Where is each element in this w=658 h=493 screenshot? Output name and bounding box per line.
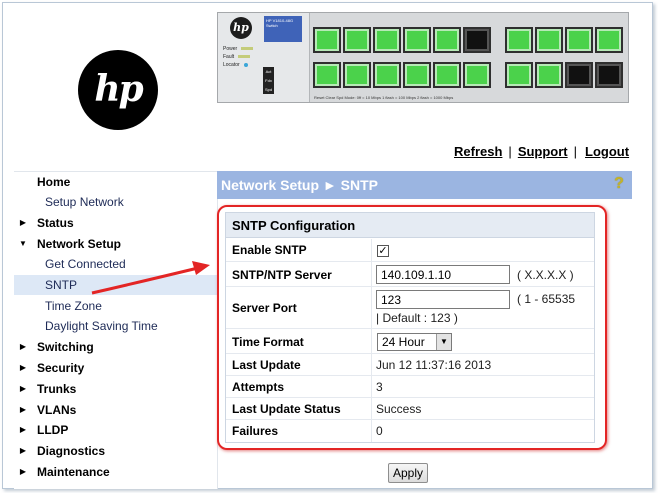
annotation-arrow-icon <box>91 261 210 295</box>
support-link[interactable]: Support <box>518 144 568 159</box>
refresh-link[interactable]: Refresh <box>454 144 502 159</box>
sidebar-item-network-setup[interactable]: ▼ Network Setup <box>14 234 217 254</box>
port <box>313 62 341 88</box>
apply-button[interactable]: Apply <box>388 463 428 483</box>
port-inactive <box>595 62 623 88</box>
port <box>505 27 533 53</box>
triangle-right-icon: ▶ <box>19 405 27 414</box>
port <box>463 62 491 88</box>
port-inactive <box>463 27 491 53</box>
link-separator: | <box>508 144 512 159</box>
logout-link[interactable]: Logout <box>585 144 629 159</box>
sidebar-item-time-zone[interactable]: Time Zone <box>14 296 217 316</box>
port <box>433 27 461 53</box>
fdx-button: Fdx <box>263 76 274 85</box>
triangle-right-icon: ▶ <box>19 363 27 372</box>
port <box>373 62 401 88</box>
sidebar-item-trunks[interactable]: ▶ Trunks <box>14 379 217 399</box>
port <box>535 62 563 88</box>
triangle-right-icon: ▶ <box>19 218 27 227</box>
triangle-right-icon: ▶ <box>19 446 27 455</box>
port-inactive <box>565 62 593 88</box>
annotation-highlight-box <box>217 205 607 450</box>
port <box>343 27 371 53</box>
triangle-right-icon: ▶ <box>19 342 27 351</box>
port <box>373 27 401 53</box>
triangle-right-icon: ▶ <box>19 467 27 476</box>
sidebar-item-security[interactable]: ▶ Security <box>14 358 217 378</box>
breadcrumb: Network Setup ► SNTP <box>221 177 378 193</box>
port-group-1 <box>313 27 491 88</box>
sidebar-item-status[interactable]: ▶ Status <box>14 213 217 233</box>
hp-logo-text: hp <box>94 68 143 110</box>
triangle-right-icon: ▶ <box>19 384 27 393</box>
switch-mode-buttons: Act Fdx Spd <box>263 67 276 94</box>
port <box>535 27 563 53</box>
switch-hp-logo: hp <box>230 17 252 39</box>
port <box>505 62 533 88</box>
sidebar-item-switching[interactable]: ▶ Switching <box>14 337 217 357</box>
sidebar-item-home[interactable]: Home <box>14 172 217 192</box>
port-group-2 <box>505 27 623 88</box>
spd-button: Spd <box>263 85 274 94</box>
triangle-right-icon: ▶ <box>19 425 27 434</box>
port <box>403 27 431 53</box>
sidebar-nav: Home Setup Network ▶ Status ▼ Network Se… <box>14 171 218 489</box>
switch-model-label: HP V1810-48G Switch <box>264 16 302 42</box>
link-separator: | <box>573 144 578 159</box>
port <box>595 27 623 53</box>
sidebar-item-lldp[interactable]: ▶ LLDP <box>14 420 217 440</box>
port <box>403 62 431 88</box>
port <box>565 27 593 53</box>
led-locator: Locator <box>223 61 253 69</box>
led-fault: Fault <box>223 53 253 61</box>
sidebar-item-vlans[interactable]: ▶ VLANs <box>14 400 217 420</box>
page-title: Network Setup ► SNTP ? <box>217 171 632 199</box>
port <box>313 27 341 53</box>
sidebar-item-setup-network[interactable]: Setup Network <box>14 192 217 212</box>
sidebar-item-maintenance[interactable]: ▶ Maintenance <box>14 462 217 482</box>
switch-front-panel-image: hp HP V1810-48G Switch Power Fault Locat… <box>217 12 629 103</box>
sidebar-item-diagnostics[interactable]: ▶ Diagnostics <box>14 441 217 461</box>
act-button: Act <box>263 67 274 76</box>
switch-control-panel: hp HP V1810-48G Switch Power Fault Locat… <box>218 13 310 102</box>
led-power: Power <box>223 45 254 53</box>
port <box>343 62 371 88</box>
switch-leds: Power Fault Locator <box>223 45 254 69</box>
port <box>433 62 461 88</box>
help-icon[interactable]: ? <box>613 175 625 193</box>
hp-logo: hp <box>78 50 158 130</box>
top-links: Refresh | Support | Logout <box>454 144 629 159</box>
triangle-down-icon: ▼ <box>19 239 27 248</box>
sidebar-item-daylight-saving-time[interactable]: Daylight Saving Time <box>14 316 217 336</box>
switch-legend: Reset Clear Spd Mode: 0ff = 10 Mbps 1 fl… <box>314 95 454 100</box>
